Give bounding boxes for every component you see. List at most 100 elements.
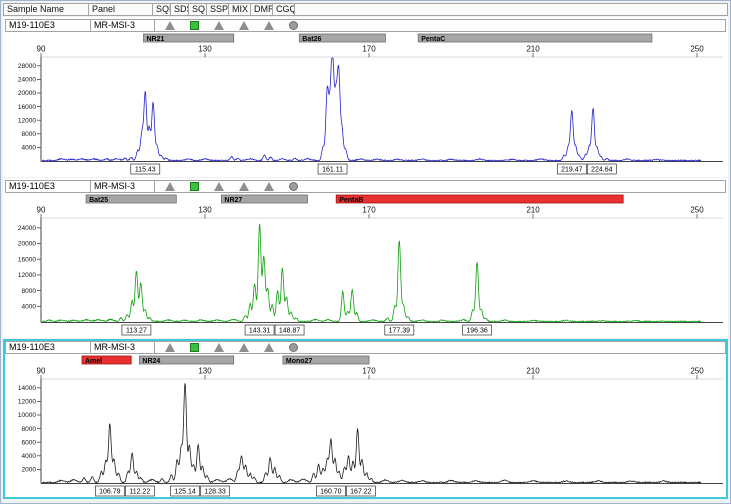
pass-square-icon[interactable] bbox=[190, 343, 199, 352]
ball-circle-icon[interactable] bbox=[289, 21, 298, 30]
y-tick-label: 12000 bbox=[18, 272, 36, 279]
marker-label: NR24 bbox=[142, 358, 160, 365]
allele-label[interactable]: 125.14 bbox=[171, 486, 200, 496]
col-sds: SDS bbox=[171, 3, 189, 16]
allele-label[interactable]: 115.43 bbox=[131, 164, 160, 174]
ball-circle-icon[interactable] bbox=[289, 343, 298, 352]
warning-triangle-icon[interactable] bbox=[264, 343, 274, 352]
marker-bar-PentaB[interactable] bbox=[336, 195, 623, 203]
trace bbox=[42, 383, 701, 483]
allele-label[interactable]: 160.70 bbox=[316, 486, 345, 496]
sample-name-cell[interactable]: M19-110E3 bbox=[5, 180, 91, 193]
allele-label[interactable]: 224.64 bbox=[587, 164, 616, 174]
y-tick-label: 8000 bbox=[22, 426, 37, 433]
x-tick-label: 210 bbox=[526, 367, 540, 376]
allele-label[interactable]: 167.22 bbox=[346, 486, 375, 496]
allele-label[interactable]: 106.79 bbox=[95, 486, 124, 496]
header-filler bbox=[295, 3, 728, 16]
genotyping-analysis-window: Sample Name Panel SQD SDS SQ SSPK MIX DM… bbox=[0, 0, 731, 504]
table-header: Sample Name Panel SQD SDS SQ SSPK MIX DM… bbox=[3, 3, 728, 16]
warning-triangle-icon[interactable] bbox=[165, 343, 175, 352]
pass-square-icon[interactable] bbox=[190, 182, 199, 191]
marker-label: PentaC bbox=[421, 36, 445, 43]
col-sqd: SQD bbox=[153, 3, 171, 16]
allele-label[interactable]: 112.22 bbox=[125, 486, 154, 496]
warning-triangle-icon[interactable] bbox=[264, 182, 274, 191]
sample-info-row: M19-110E3 MR-MSI-3 bbox=[5, 180, 726, 193]
warning-triangle-icon[interactable] bbox=[264, 21, 274, 30]
panel-cell[interactable]: MR-MSI-3 bbox=[91, 341, 155, 354]
y-tick-label: 24000 bbox=[18, 225, 36, 232]
svg-text:196.36: 196.36 bbox=[466, 328, 488, 335]
quality-flags bbox=[155, 19, 726, 32]
sample-block[interactable]: M19-110E3 MR-MSI-3 NR21Bat26PentaC901301… bbox=[3, 17, 728, 177]
y-tick-label: 14000 bbox=[18, 385, 36, 392]
sample-name-cell[interactable]: M19-110E3 bbox=[5, 19, 91, 32]
sample-block[interactable]: M19-110E3 MR-MSI-3 AmelNR24Mono279013017… bbox=[3, 339, 728, 499]
marker-label: Mono27 bbox=[286, 358, 313, 365]
svg-text:177.39: 177.39 bbox=[389, 328, 411, 335]
trace bbox=[42, 224, 701, 322]
x-tick-label: 250 bbox=[690, 367, 704, 376]
svg-text:167.22: 167.22 bbox=[350, 489, 372, 496]
sample-info-row: M19-110E3 MR-MSI-3 bbox=[5, 341, 726, 354]
allele-label[interactable]: 148.87 bbox=[275, 325, 304, 335]
warning-triangle-icon[interactable] bbox=[214, 182, 224, 191]
warning-triangle-icon[interactable] bbox=[165, 21, 175, 30]
svg-text:128.33: 128.33 bbox=[204, 489, 226, 496]
allele-label[interactable]: 113.27 bbox=[122, 325, 151, 335]
y-tick-label: 16000 bbox=[18, 104, 36, 111]
ball-circle-icon[interactable] bbox=[289, 182, 298, 191]
allele-label[interactable]: 219.47 bbox=[557, 164, 586, 174]
col-sspk: SSPK bbox=[207, 3, 229, 16]
col-sample-name: Sample Name bbox=[3, 3, 89, 16]
electropherogram-svg[interactable]: NR21Bat26PentaC9013017021025040008000120… bbox=[5, 32, 726, 175]
warning-triangle-icon[interactable] bbox=[214, 21, 224, 30]
svg-text:112.22: 112.22 bbox=[129, 489, 150, 496]
y-tick-label: 24000 bbox=[18, 77, 36, 84]
electropherogram-svg[interactable]: Bat25NR27PentaB9013017021025040008000120… bbox=[5, 193, 726, 336]
svg-text:224.64: 224.64 bbox=[591, 167, 613, 174]
sample-block[interactable]: M19-110E3 MR-MSI-3 Bat25NR27PentaB901301… bbox=[3, 178, 728, 338]
warning-triangle-icon[interactable] bbox=[239, 182, 249, 191]
allele-label[interactable]: 128.33 bbox=[201, 486, 230, 496]
y-tick-label: 2000 bbox=[22, 467, 37, 474]
sample-name-cell[interactable]: M19-110E3 bbox=[5, 341, 91, 354]
x-tick-label: 90 bbox=[37, 45, 46, 54]
y-tick-label: 6000 bbox=[22, 439, 37, 446]
allele-label[interactable]: 161.11 bbox=[318, 164, 347, 174]
svg-text:115.43: 115.43 bbox=[135, 167, 156, 174]
electropherogram-green[interactable]: Bat25NR27PentaB9013017021025040008000120… bbox=[5, 193, 726, 336]
electropherogram-black[interactable]: AmelNR24Mono2790130170210250200040006000… bbox=[5, 354, 726, 497]
y-tick-label: 4000 bbox=[22, 145, 37, 152]
y-tick-label: 4000 bbox=[22, 453, 37, 460]
warning-triangle-icon[interactable] bbox=[239, 21, 249, 30]
quality-flags bbox=[155, 180, 726, 193]
svg-text:160.70: 160.70 bbox=[320, 489, 342, 496]
allele-label[interactable]: 143.31 bbox=[245, 325, 274, 335]
panel-cell[interactable]: MR-MSI-3 bbox=[91, 19, 155, 32]
y-tick-label: 12000 bbox=[18, 399, 36, 406]
electropherogram-blue[interactable]: NR21Bat26PentaC9013017021025040008000120… bbox=[5, 32, 726, 175]
sample-info-row: M19-110E3 MR-MSI-3 bbox=[5, 19, 726, 32]
y-tick-label: 12000 bbox=[18, 117, 36, 124]
warning-triangle-icon[interactable] bbox=[165, 182, 175, 191]
x-tick-label: 170 bbox=[362, 45, 376, 54]
warning-triangle-icon[interactable] bbox=[214, 343, 224, 352]
x-tick-label: 250 bbox=[690, 45, 704, 54]
allele-label[interactable]: 196.36 bbox=[463, 325, 492, 335]
allele-label[interactable]: 177.39 bbox=[385, 325, 414, 335]
electropherogram-svg[interactable]: AmelNR24Mono2790130170210250200040006000… bbox=[5, 354, 726, 497]
trace bbox=[42, 58, 701, 161]
x-tick-label: 130 bbox=[198, 206, 212, 215]
warning-triangle-icon[interactable] bbox=[239, 343, 249, 352]
marker-bar-PentaC[interactable] bbox=[418, 34, 652, 42]
y-tick-label: 28000 bbox=[18, 63, 36, 70]
x-tick-label: 90 bbox=[37, 206, 46, 215]
pass-square-icon[interactable] bbox=[190, 21, 199, 30]
col-sq: SQ bbox=[189, 3, 207, 16]
svg-text:143.31: 143.31 bbox=[249, 328, 271, 335]
x-tick-label: 170 bbox=[362, 206, 376, 215]
panel-cell[interactable]: MR-MSI-3 bbox=[91, 180, 155, 193]
y-tick-label: 10000 bbox=[18, 412, 36, 419]
